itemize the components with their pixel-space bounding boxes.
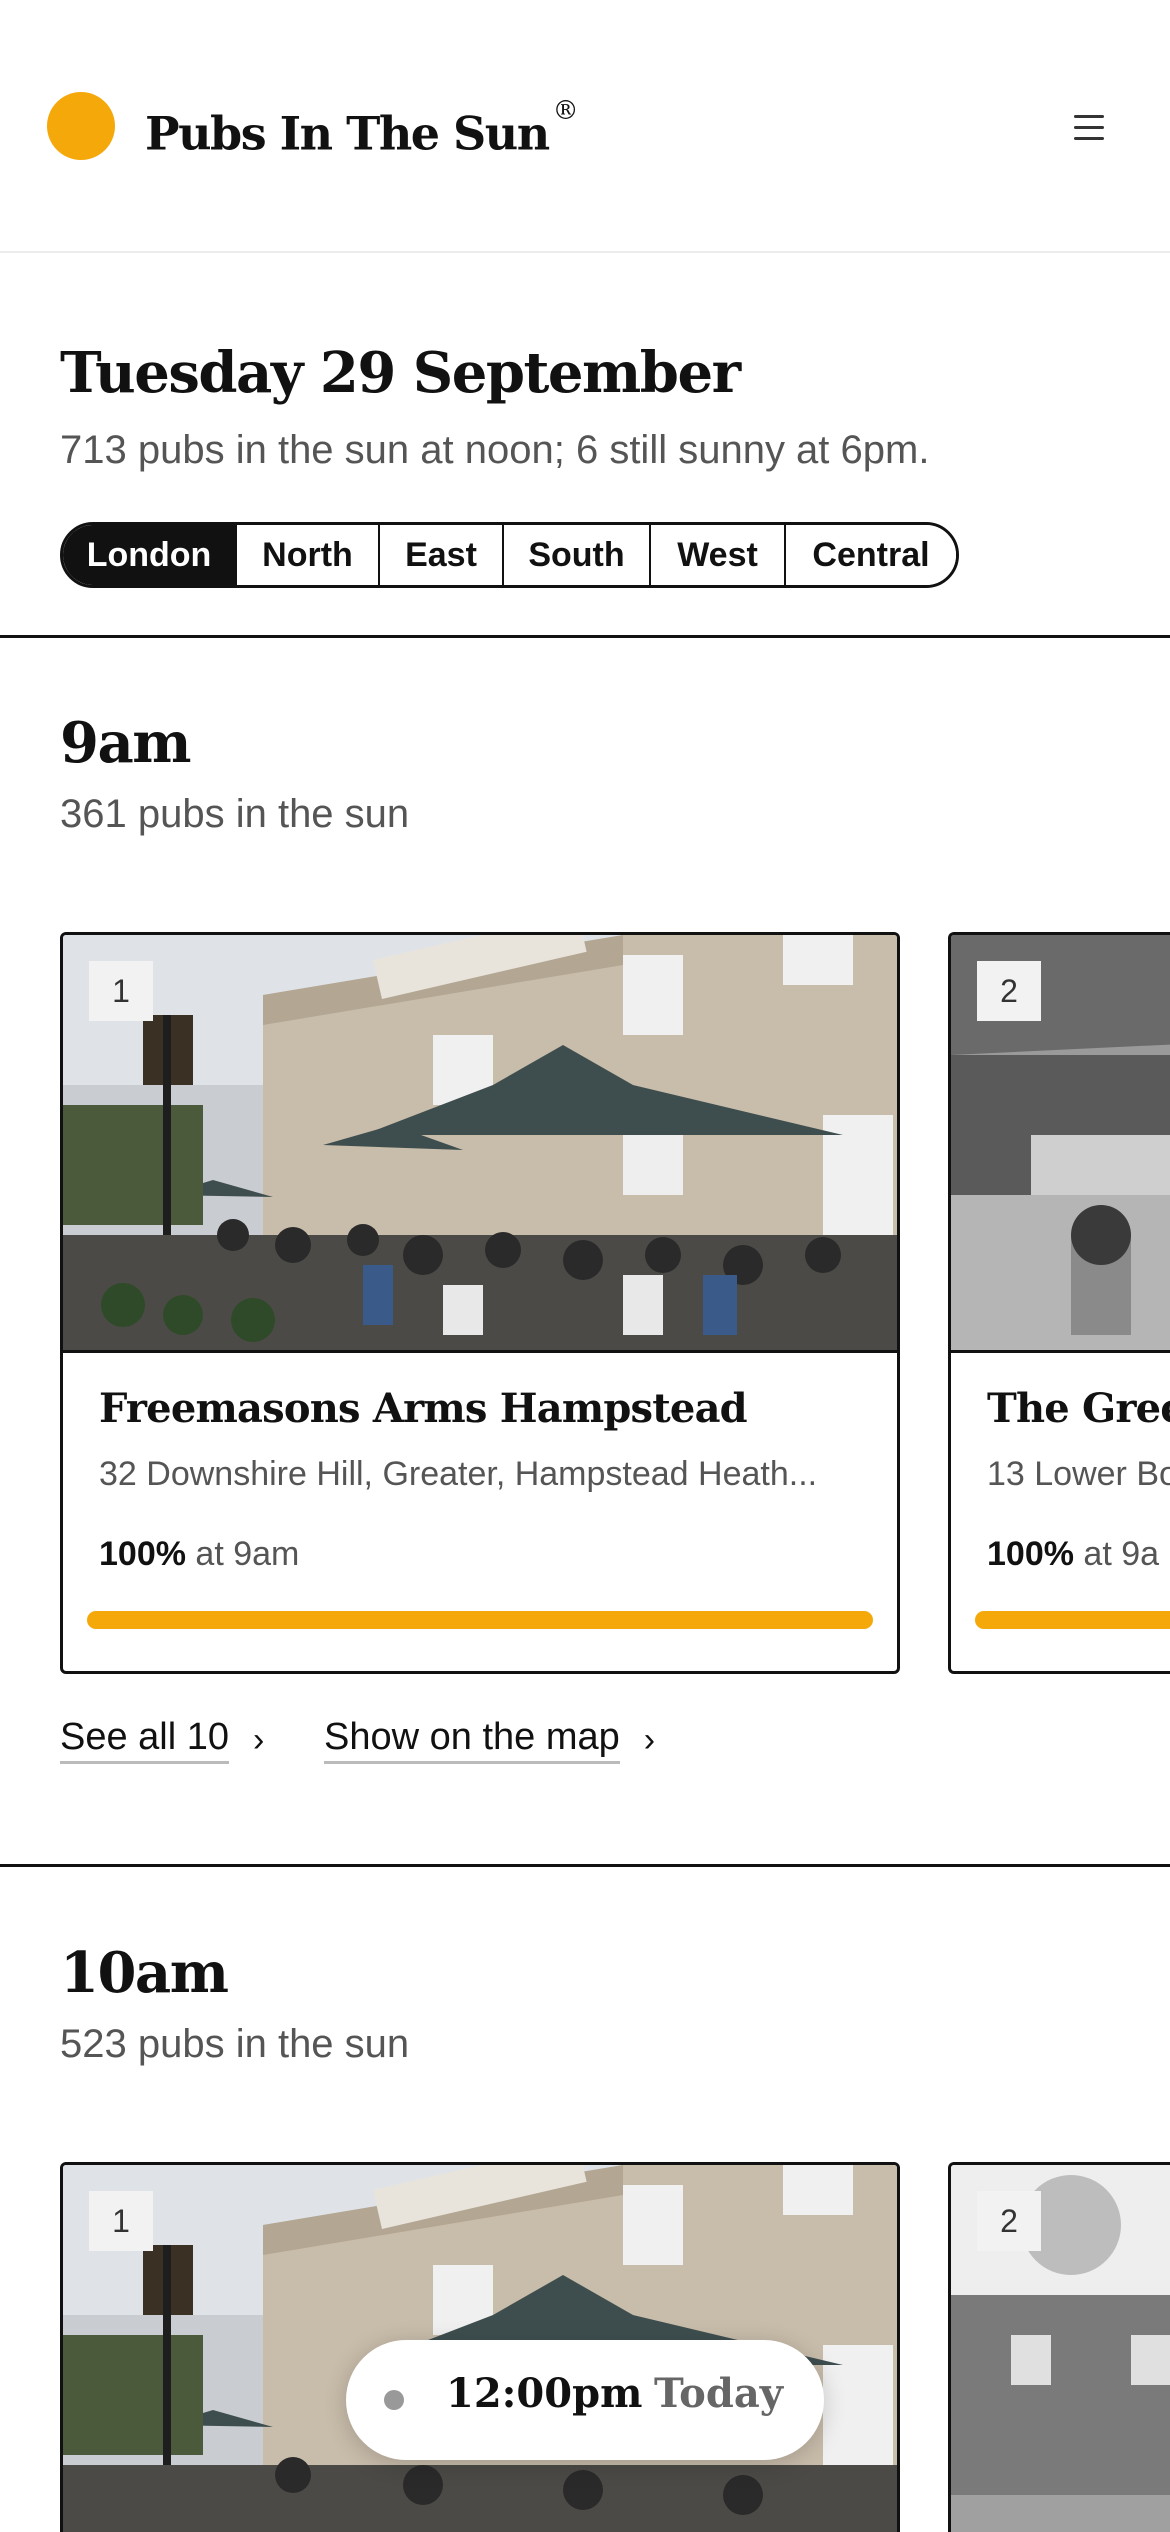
sun-progress-bar bbox=[975, 1611, 1170, 1629]
pub-name: Freemasons Arms Hampstead bbox=[99, 1385, 748, 1432]
date-title: Tuesday 29 September bbox=[60, 340, 741, 406]
sun-time: at 9am bbox=[195, 1535, 300, 1573]
sun-score: 100% at 9a bbox=[987, 1535, 1159, 1574]
section-subtitle-9am: 361 pubs in the sun bbox=[60, 792, 410, 836]
section-subtitle-10am: 523 pubs in the sun bbox=[60, 2022, 410, 2066]
section-divider bbox=[0, 1864, 1170, 1867]
chevron-right-icon: › bbox=[643, 1720, 656, 1759]
region-west-button[interactable]: West bbox=[651, 525, 786, 585]
pub-card[interactable]: 2 bbox=[948, 2162, 1170, 2532]
see-all-link[interactable]: See all 10 › bbox=[60, 1716, 264, 1764]
sun-percent: 100% bbox=[99, 1535, 186, 1573]
sun-logo-icon[interactable] bbox=[47, 92, 115, 160]
selected-day[interactable]: Today bbox=[654, 2370, 783, 2417]
pub-photo: 2 bbox=[951, 2165, 1170, 2532]
sun-time: at 9a bbox=[1083, 1535, 1160, 1573]
region-central-button[interactable]: Central bbox=[786, 525, 956, 585]
pub-photo: 1 bbox=[63, 935, 897, 1353]
region-london-button[interactable]: London bbox=[63, 525, 237, 585]
pub-name: The Green bbox=[987, 1385, 1170, 1432]
date-summary: 713 pubs in the sun at noon; 6 still sun… bbox=[60, 428, 930, 472]
brand-name[interactable]: Pubs In The Sun ® bbox=[145, 92, 579, 166]
chevron-right-icon: › bbox=[253, 1720, 265, 1759]
region-north-button[interactable]: North bbox=[237, 525, 380, 585]
sun-progress-fill bbox=[975, 1611, 1170, 1629]
rank-badge: 2 bbox=[977, 961, 1041, 1021]
rank-badge: 1 bbox=[89, 2191, 153, 2251]
see-all-label: See all 10 bbox=[60, 1716, 230, 1764]
pub-card[interactable]: 1 Freemasons Arms Hampstead 32 Downshire… bbox=[60, 932, 900, 1674]
section-title-9am: 9am bbox=[60, 710, 192, 776]
selected-time[interactable]: 12:00pm bbox=[446, 2370, 642, 2417]
region-east-button[interactable]: East bbox=[380, 525, 504, 585]
rank-badge: 2 bbox=[977, 2191, 1041, 2251]
sun-progress-fill bbox=[87, 1611, 873, 1629]
region-selector: London North East South West Central bbox=[60, 522, 959, 588]
section-divider bbox=[0, 635, 1170, 638]
show-on-map-link[interactable]: Show on the map › bbox=[324, 1716, 655, 1764]
time-picker[interactable]: 12:00pm Today bbox=[346, 2340, 824, 2460]
show-on-map-label: Show on the map bbox=[324, 1716, 620, 1764]
region-south-button[interactable]: South bbox=[504, 525, 651, 585]
pub-address: 32 Downshire Hill, Greater, Hampstead He… bbox=[99, 1455, 818, 1493]
time-dot-icon bbox=[384, 2390, 404, 2410]
pub-photo: 2 bbox=[951, 935, 1170, 1353]
sun-score: 100% at 9am bbox=[99, 1535, 299, 1574]
app-header: Pubs In The Sun ® bbox=[0, 0, 1170, 253]
rank-badge: 1 bbox=[89, 961, 153, 1021]
section-title-10am: 10am bbox=[60, 1940, 229, 2006]
sun-percent: 100% bbox=[987, 1535, 1074, 1573]
registered-mark: ® bbox=[552, 96, 579, 126]
pub-card[interactable]: 2 The Green 13 Lower Bo 100% at 9a bbox=[948, 932, 1170, 1674]
sun-progress-bar bbox=[87, 1611, 873, 1629]
hamburger-menu-icon[interactable] bbox=[1068, 108, 1110, 148]
pub-address: 13 Lower Bo bbox=[987, 1455, 1170, 1493]
